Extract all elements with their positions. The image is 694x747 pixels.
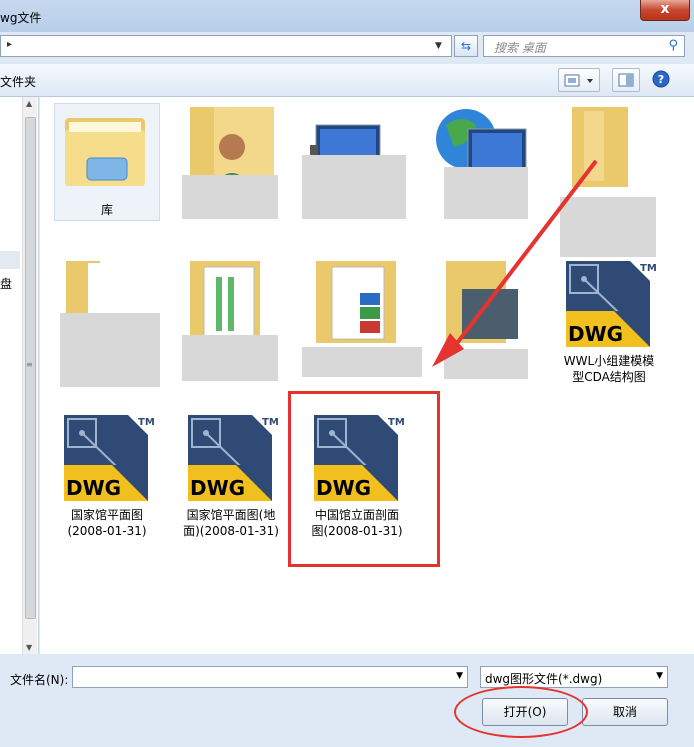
- view-options-button[interactable]: [558, 68, 600, 92]
- title-bar: wg文件 x: [0, 0, 694, 32]
- scroll-grip-icon: ≡: [26, 360, 33, 369]
- nav-item-selected[interactable]: [0, 251, 20, 269]
- new-folder-button[interactable]: 文件夹: [0, 73, 36, 90]
- scroll-down-icon[interactable]: ▼: [26, 643, 32, 652]
- close-button[interactable]: x: [640, 0, 690, 21]
- filetype-select[interactable]: dwg图形文件(*.dwg) ▼: [480, 666, 668, 688]
- search-placeholder: 搜索 桌面: [494, 41, 546, 55]
- breadcrumb-arrow-icon[interactable]: ▸: [7, 39, 12, 50]
- preview-pane-icon: [618, 73, 634, 87]
- filetype-dropdown-icon[interactable]: ▼: [656, 671, 663, 681]
- scroll-up-icon[interactable]: ▲: [26, 99, 32, 108]
- file-list: 库 DWG TM WWL小组建模模 型CDA结构图 DWG TM 国家馆平面图 …: [40, 97, 694, 654]
- preview-pane-button[interactable]: [612, 68, 640, 92]
- dialog-footer: 文件名(N): ▼ dwg图形文件(*.dwg) ▼ 打开(O) 取消: [0, 654, 694, 747]
- search-icon[interactable]: ⚲: [668, 38, 678, 53]
- annotation-arrow: [432, 159, 598, 367]
- toolbar: 文件夹 ?: [0, 64, 694, 97]
- cancel-button[interactable]: 取消: [582, 698, 668, 726]
- window-title: wg文件: [0, 11, 42, 25]
- view-icon: [564, 74, 593, 87]
- nav-scrollbar[interactable]: ▲ ≡ ▼: [22, 97, 37, 654]
- help-button[interactable]: ?: [648, 68, 674, 90]
- help-icon: ?: [652, 70, 670, 88]
- search-input[interactable]: 搜索 桌面 ⚲: [483, 35, 685, 57]
- filename-input[interactable]: ▼: [72, 666, 468, 688]
- annotation-highlight-box: [288, 391, 440, 567]
- nav-item-label[interactable]: 盘: [0, 275, 12, 292]
- svg-text:?: ?: [658, 73, 664, 86]
- address-bar[interactable]: ▸ ▼: [0, 35, 452, 57]
- address-dropdown-icon[interactable]: ▼: [435, 41, 442, 51]
- filename-label: 文件名(N):: [10, 673, 69, 687]
- filename-dropdown-icon[interactable]: ▼: [456, 671, 463, 681]
- annotation-ellipse: [454, 686, 588, 738]
- filetype-value: dwg图形文件(*.dwg): [485, 672, 603, 686]
- refresh-button[interactable]: ⇆: [454, 35, 478, 57]
